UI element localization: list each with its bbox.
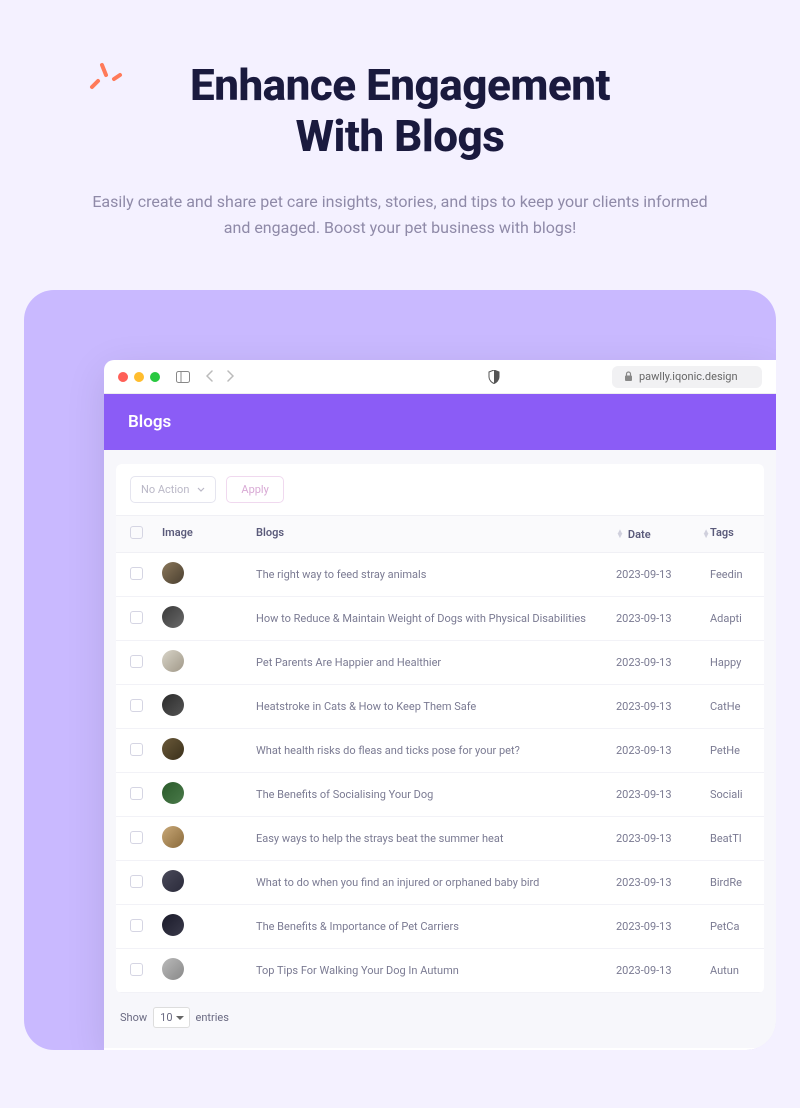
col-date[interactable]: ▲▼ Date ▲▼ (616, 526, 710, 542)
col-tags[interactable]: Tags (710, 526, 750, 542)
sort-icon: ▲▼ (616, 530, 624, 540)
blog-thumbnail (162, 914, 184, 936)
blog-title[interactable]: What to do when you find an injured or o… (256, 876, 616, 889)
blog-tag[interactable]: CatHe (710, 700, 750, 713)
blog-title[interactable]: The right way to feed stray animals (256, 568, 616, 581)
table-row[interactable]: The Benefits & Importance of Pet Carrier… (116, 905, 764, 949)
blog-tag[interactable]: BirdRe (710, 876, 750, 889)
table-row[interactable]: The right way to feed stray animals2023-… (116, 553, 764, 597)
browser-chrome: pawlly.iqonic.design (104, 360, 776, 394)
blog-thumbnail (162, 562, 184, 584)
row-checkbox[interactable] (130, 611, 143, 624)
blog-tag[interactable]: BeatTl (710, 832, 750, 845)
blog-thumbnail (162, 782, 184, 804)
col-image[interactable]: Image (162, 526, 256, 542)
select-all-checkbox[interactable] (130, 526, 143, 539)
col-blogs[interactable]: Blogs (256, 526, 616, 542)
pager-show-label: Show (120, 1011, 147, 1024)
close-window-icon[interactable] (118, 372, 128, 382)
row-checkbox[interactable] (130, 655, 143, 668)
pagination: Show 10 entries (116, 993, 764, 1028)
blog-date: 2023-09-13 (616, 612, 710, 625)
app-body: No Action Apply Image Blogs ▲▼ Date ▲▼ (104, 450, 776, 1048)
row-checkbox[interactable] (130, 875, 143, 888)
sidebar-toggle-icon[interactable] (176, 371, 190, 383)
table-row[interactable]: Top Tips For Walking Your Dog In Autumn2… (116, 949, 764, 993)
nav-arrows (206, 367, 234, 386)
table-row[interactable]: The Benefits of Socialising Your Dog2023… (116, 773, 764, 817)
blog-thumbnail (162, 826, 184, 848)
page-title: Blogs (104, 394, 776, 450)
hero-subtitle: Easily create and share pet care insight… (80, 189, 720, 240)
blog-thumbnail (162, 870, 184, 892)
blogs-card: No Action Apply Image Blogs ▲▼ Date ▲▼ (116, 464, 764, 993)
blog-tag[interactable]: PetHe (710, 744, 750, 757)
blog-title[interactable]: Heatstroke in Cats & How to Keep Them Sa… (256, 700, 616, 713)
blog-thumbnail (162, 694, 184, 716)
bulk-action-select[interactable]: No Action (130, 476, 216, 503)
hero-title: Enhance Engagement With Blogs (80, 60, 720, 161)
blog-date: 2023-09-13 (616, 656, 710, 669)
table-header: Image Blogs ▲▼ Date ▲▼ Tags (116, 515, 764, 553)
lock-icon (624, 371, 633, 382)
blog-title[interactable]: Easy ways to help the strays beat the su… (256, 832, 616, 845)
url-bar[interactable]: pawlly.iqonic.design (612, 366, 762, 388)
sort-icon: ▲▼ (702, 530, 710, 540)
blog-tag[interactable]: PetCa (710, 920, 750, 933)
hero-section: Enhance Engagement With Blogs Easily cre… (0, 0, 800, 290)
blog-thumbnail (162, 650, 184, 672)
per-page-select[interactable]: 10 (153, 1007, 189, 1028)
row-checkbox[interactable] (130, 787, 143, 800)
row-checkbox[interactable] (130, 831, 143, 844)
blog-date: 2023-09-13 (616, 876, 710, 889)
blog-tag[interactable]: Adapti (710, 612, 750, 625)
row-checkbox[interactable] (130, 699, 143, 712)
blog-date: 2023-09-13 (616, 788, 710, 801)
blog-date: 2023-09-13 (616, 832, 710, 845)
minimize-window-icon[interactable] (134, 372, 144, 382)
forward-icon[interactable] (226, 367, 234, 386)
chevron-down-icon (197, 487, 205, 492)
blog-tag[interactable]: Sociali (710, 788, 750, 801)
table-row[interactable]: What health risks do fleas and ticks pos… (116, 729, 764, 773)
blog-date: 2023-09-13 (616, 920, 710, 933)
url-text: pawlly.iqonic.design (639, 370, 738, 383)
back-icon[interactable] (206, 367, 214, 386)
table-row[interactable]: Heatstroke in Cats & How to Keep Them Sa… (116, 685, 764, 729)
blog-title[interactable]: The Benefits of Socialising Your Dog (256, 788, 616, 801)
blog-date: 2023-09-13 (616, 700, 710, 713)
table-row[interactable]: Pet Parents Are Happier and Healthier202… (116, 641, 764, 685)
blog-thumbnail (162, 738, 184, 760)
preview-panel: pawlly.iqonic.design Blogs No Action App… (24, 290, 776, 1050)
pager-entries-label: entries (196, 1011, 229, 1024)
blog-date: 2023-09-13 (616, 964, 710, 977)
traffic-lights (118, 372, 160, 382)
blog-title[interactable]: What health risks do fleas and ticks pos… (256, 744, 616, 757)
blog-date: 2023-09-13 (616, 744, 710, 757)
row-checkbox[interactable] (130, 567, 143, 580)
spark-decoration-icon (88, 55, 124, 95)
shield-icon[interactable] (488, 370, 500, 384)
row-checkbox[interactable] (130, 743, 143, 756)
browser-window: pawlly.iqonic.design Blogs No Action App… (104, 360, 776, 1050)
blog-title[interactable]: Pet Parents Are Happier and Healthier (256, 656, 616, 669)
row-checkbox[interactable] (130, 963, 143, 976)
row-checkbox[interactable] (130, 919, 143, 932)
blog-tag[interactable]: Happy (710, 656, 750, 669)
blog-tag[interactable]: Autun (710, 964, 750, 977)
table-row[interactable]: What to do when you find an injured or o… (116, 861, 764, 905)
blog-thumbnail (162, 606, 184, 628)
apply-button[interactable]: Apply (226, 476, 283, 503)
blog-thumbnail (162, 958, 184, 980)
bulk-action-toolbar: No Action Apply (116, 464, 764, 515)
blog-title[interactable]: Top Tips For Walking Your Dog In Autumn (256, 964, 616, 977)
table-row[interactable]: How to Reduce & Maintain Weight of Dogs … (116, 597, 764, 641)
maximize-window-icon[interactable] (150, 372, 160, 382)
blog-tag[interactable]: Feedin (710, 568, 750, 581)
blog-title[interactable]: The Benefits & Importance of Pet Carrier… (256, 920, 616, 933)
blog-title[interactable]: How to Reduce & Maintain Weight of Dogs … (256, 612, 616, 625)
blog-date: 2023-09-13 (616, 568, 710, 581)
table-row[interactable]: Easy ways to help the strays beat the su… (116, 817, 764, 861)
